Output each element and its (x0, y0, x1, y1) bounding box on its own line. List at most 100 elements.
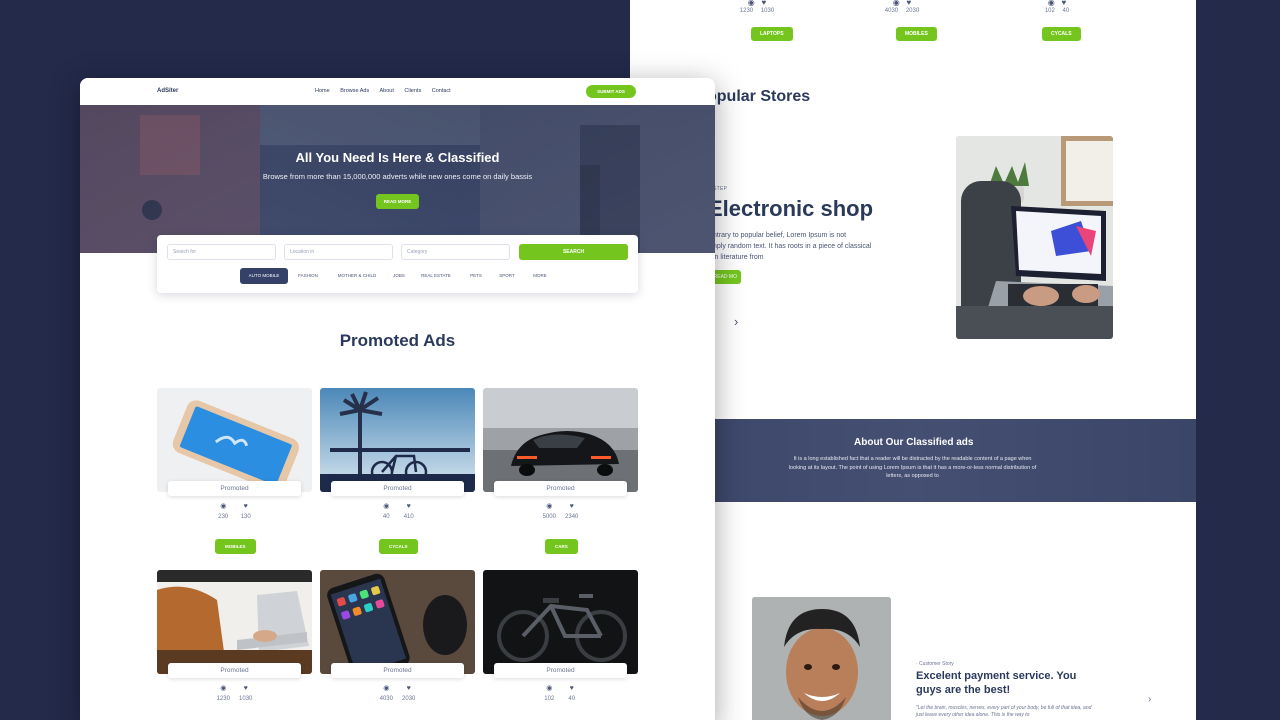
views-count: 4030 (379, 696, 393, 702)
views-count: 1230 (216, 696, 230, 702)
laptop-photo (157, 570, 312, 674)
promoted-label: Promoted (168, 481, 301, 496)
top-navbar: AdSiter Home Browse Ads About Clients Co… (80, 78, 715, 105)
promoted-label: Promoted (494, 663, 627, 678)
eye-heart-icons: ◉ ♥ (892, 0, 912, 6)
ad-card[interactable]: Promoted ◉ 40 ♥ 410 CYCALS (320, 388, 475, 554)
read-more-button[interactable]: READ MORE (376, 194, 419, 209)
eye-icon: ◉ (383, 503, 390, 510)
heart-icon[interactable]: ♥ (237, 685, 255, 693)
likes-count: 2340 (565, 514, 579, 520)
category-tag-mobiles[interactable]: MOBILES (215, 539, 256, 554)
category-tag-cars[interactable]: CARS (545, 539, 578, 554)
ad-stats: ◉ 230 ♥ 130 (157, 503, 312, 521)
likes-count: 2030 (402, 696, 416, 702)
back-stats-row: ◉ ♥ 1230 1030 LAPTOPS ◉ ♥ 4030 2030 MOBI… (630, 0, 1196, 50)
story-quote: "Let the brain, muscles, nerves, every p… (916, 705, 1092, 718)
heart-icon[interactable]: ♥ (237, 503, 255, 511)
back-stat-cycals: ◉ ♥ 102 40 (1027, 0, 1087, 14)
category-tab-more[interactable]: MORE (529, 268, 551, 284)
shop-title: Electronic shop (708, 196, 874, 221)
ad-card[interactable]: Promoted ◉ 4030 ♥ 2030 (320, 570, 475, 702)
views-count: 5000 (542, 514, 556, 520)
category-tab-real-estate[interactable]: REAL ESTATE (419, 268, 453, 284)
promoted-ads-title: Promoted Ads (339, 331, 456, 350)
nav-link-home[interactable]: Home (315, 88, 330, 94)
views-count: 102 (544, 696, 555, 702)
category-tab-sport[interactable]: SPORT (495, 268, 519, 284)
laptop-photo (956, 136, 1113, 339)
category-tab-auto-mobile[interactable]: AUTO MOBILE (240, 268, 288, 284)
likes-count: 40 (568, 696, 576, 702)
category-tag-cycals[interactable]: CYCALS (1042, 27, 1081, 41)
category-tab-mother-child[interactable]: MOTHER & CHILD (333, 268, 381, 284)
category-tab-jobs[interactable]: JOBS (389, 268, 409, 284)
ad-stats: ◉ 4030 ♥ 2030 (320, 685, 475, 703)
smartphone-photo (320, 570, 475, 674)
ad-card[interactable]: Promoted ◉ 102 ♥ 40 (483, 570, 638, 702)
category-tag-cycals[interactable]: CYCALS (379, 539, 418, 554)
ad-card[interactable]: Promoted ◉ 5000 ♥ 2340 CARS (483, 388, 638, 554)
next-arrow-icon[interactable]: › (1148, 694, 1151, 705)
category-tab-pets[interactable]: PETS (466, 268, 486, 284)
heart-icon[interactable]: ♥ (563, 503, 581, 511)
category-tab-fashion[interactable]: FASHION (293, 268, 323, 284)
category-tag-laptops[interactable]: LAPTOPS (751, 27, 793, 41)
views-count: 1230 (739, 8, 754, 14)
next-arrow-icon[interactable]: › (734, 314, 738, 329)
heart-icon[interactable]: ♥ (400, 685, 418, 693)
about-title: About Our Classified ads (854, 437, 974, 448)
back-stat-mobiles: ◉ ♥ 4030 2030 (872, 0, 932, 14)
eye-icon: ◉ (383, 685, 390, 692)
ad-stats: ◉ 1230 ♥ 1030 (157, 685, 312, 703)
ad-stats: ◉ 102 ♥ 40 (483, 685, 638, 703)
shop-description: ntrary to popular belief, Lorem Ipsum is… (713, 232, 872, 261)
promoted-label: Promoted (168, 663, 301, 678)
search-input[interactable]: Search for (167, 244, 276, 260)
popular-stores-title: opular Stores (707, 88, 811, 105)
car-photo (483, 388, 638, 492)
location-input[interactable]: Location in (284, 244, 393, 260)
hero-subtitle: Browse from more than 15,000,000 adverts… (262, 172, 533, 181)
promoted-label: Promoted (494, 481, 627, 496)
eye-heart-icons: ◉ ♥ (747, 0, 767, 6)
likes-count: 130 (240, 514, 251, 520)
story-kicker: · Customer Story (916, 661, 954, 667)
search-button[interactable]: SEARCH (519, 244, 628, 260)
search-card: Search for Location in Category SEARCH A… (157, 235, 638, 293)
ad-card[interactable]: Promoted ◉ 1230 ♥ 1030 (157, 570, 312, 702)
eye-icon: ◉ (546, 685, 553, 692)
phone-photo (157, 388, 312, 492)
likes-count: 1030 (760, 8, 775, 14)
category-select[interactable]: Category (401, 244, 510, 260)
bike-photo (483, 570, 638, 674)
nav-link-contact[interactable]: Contact (432, 88, 451, 94)
likes-count: 40 (1062, 8, 1070, 14)
promoted-label: Promoted (331, 481, 464, 496)
about-text: It is a long established fact that a rea… (788, 456, 1037, 479)
nav-link-clients[interactable]: Clients (404, 88, 421, 94)
front-page-panel: AdSiter Home Browse Ads About Clients Co… (80, 78, 715, 720)
likes-count: 1030 (239, 696, 253, 702)
hero-title: All You Need Is Here & Classified (295, 150, 500, 165)
story-title: Excelent payment service. You guys are t… (916, 670, 1077, 696)
customer-photo (752, 597, 891, 720)
eye-heart-icons: ◉ ♥ (1047, 0, 1067, 6)
ad-stats: ◉ 40 ♥ 410 (320, 503, 475, 521)
nav-link-browse-ads[interactable]: Browse Ads (340, 88, 369, 94)
submit-ads-button[interactable]: SUBMIT ADS (586, 85, 636, 98)
site-logo[interactable]: AdSiter (157, 88, 178, 94)
ad-card[interactable]: Promoted ◉ 230 ♥ 130 MOBILES (157, 388, 312, 554)
nav-link-about[interactable]: About (379, 88, 393, 94)
heart-icon[interactable]: ♥ (400, 503, 418, 511)
heart-icon[interactable]: ♥ (563, 685, 581, 693)
nav-menu: Home Browse Ads About Clients Contact (315, 88, 460, 94)
back-stat-laptops: ◉ ♥ 1230 1030 (727, 0, 787, 14)
likes-count: 410 (403, 514, 414, 520)
hero-banner: All You Need Is Here & Classified Browse… (80, 105, 715, 253)
views-count: 40 (382, 514, 390, 520)
ad-stats: ◉ 5000 ♥ 2340 (483, 503, 638, 521)
category-tag-mobiles[interactable]: MOBILES (896, 27, 937, 41)
eye-icon: ◉ (220, 503, 227, 510)
views-count: 4030 (884, 8, 899, 14)
